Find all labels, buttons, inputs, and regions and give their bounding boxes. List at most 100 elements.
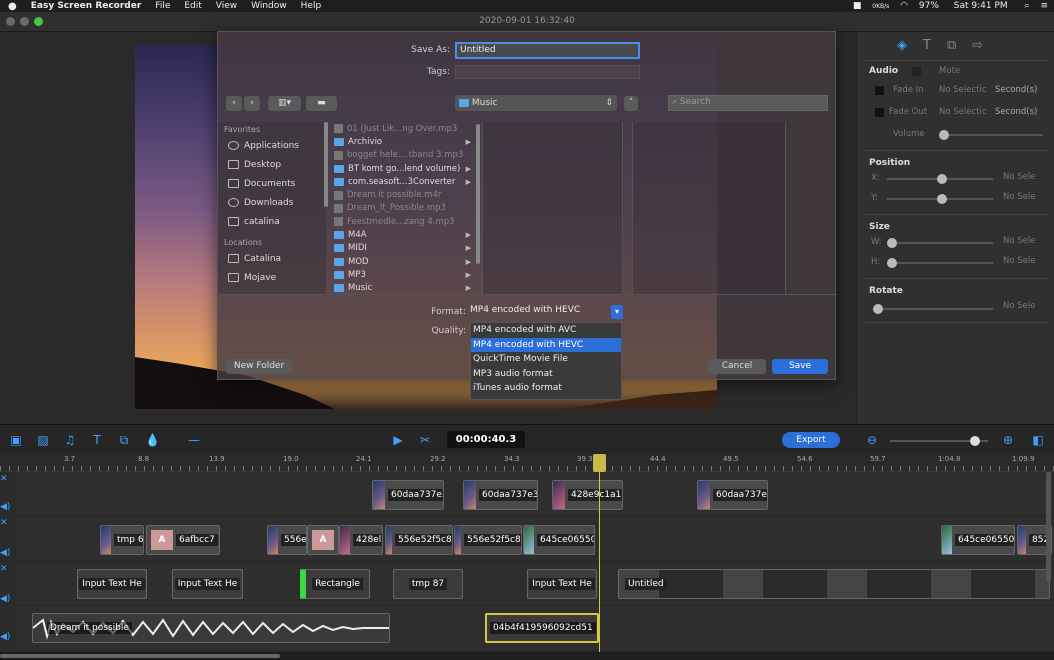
forward-button[interactable]: › — [244, 96, 260, 111]
speaker-icon[interactable]: ◀) — [0, 594, 16, 604]
tags-input[interactable] — [455, 65, 640, 79]
image-clip[interactable]: 428el — [339, 525, 383, 555]
fade-in-value[interactable]: No Selectic — [939, 85, 987, 95]
image-icon[interactable]: ▨ — [37, 434, 49, 446]
tab-video-icon[interactable]: ◈ — [897, 38, 907, 54]
menu-file[interactable]: File — [155, 1, 170, 11]
video-clip[interactable]: 60daa737e3l — [372, 480, 444, 510]
image-clip[interactable]: 645ce06550 — [941, 525, 1015, 555]
sidebar-item-applications[interactable]: Applications — [218, 136, 326, 155]
file-column-scrollbar[interactable] — [476, 124, 480, 264]
format-select[interactable]: MP4 encoded with HEVC ▾ — [470, 305, 623, 319]
tab-text-icon[interactable]: T — [923, 38, 931, 54]
music-icon[interactable]: ♫ — [64, 434, 76, 446]
shape-clip[interactable]: Rectangle — [300, 569, 370, 599]
scissors-icon[interactable]: ✂ — [419, 434, 431, 446]
drop-icon[interactable]: 💧 — [145, 434, 160, 446]
timeline-scrollbar[interactable] — [0, 652, 1054, 660]
format-option[interactable]: MP4 encoded with AVC — [471, 323, 621, 338]
battery-percent[interactable]: 97% — [919, 1, 939, 11]
recording-clip[interactable]: Untitled — [618, 569, 1050, 599]
format-option-selected[interactable]: MP4 encoded with HEVC — [471, 337, 621, 352]
tab-shape-icon[interactable]: ⧉ — [947, 38, 956, 54]
sidebar-item-mojave-disk[interactable]: Mojave — [218, 268, 326, 287]
time-ruler[interactable]: 3.7 8.8 13.9 19.0 24.1 29.2 34.3 39.3 44… — [0, 454, 1054, 472]
speaker-icon[interactable]: ◀) — [0, 548, 16, 558]
fade-out-value[interactable]: No Selectic — [939, 107, 987, 117]
cancel-button[interactable]: Cancel — [708, 359, 766, 374]
save-button[interactable]: Save — [772, 359, 828, 374]
collapse-button[interactable]: ˄ — [624, 96, 638, 111]
volume-slider[interactable] — [939, 130, 1043, 140]
speaker-icon[interactable]: ◀) — [0, 502, 16, 512]
file-item[interactable]: 01 (Just Lik...ng Over.mp3 — [334, 122, 474, 135]
rotate-slider[interactable] — [873, 304, 993, 314]
slider-knob[interactable] — [939, 130, 949, 140]
camera-icon[interactable]: ■ — [853, 1, 862, 11]
menu-window[interactable]: Window — [251, 1, 287, 11]
image-clip[interactable]: 556e52f5c8 — [454, 525, 522, 555]
size-h-value[interactable]: No Sele — [1003, 256, 1035, 266]
lock-icon[interactable]: ✕ — [0, 518, 16, 530]
export-button[interactable]: Export — [782, 432, 840, 448]
folder-item[interactable]: MIDI ▶ — [334, 242, 474, 255]
zoom-in-icon[interactable]: ⊕ — [1002, 434, 1014, 446]
apple-menu-icon[interactable]: ● — [8, 1, 17, 12]
minus-icon[interactable]: — — [188, 434, 200, 446]
folder-item[interactable]: com.seasoft...3Converter ▶ — [334, 175, 474, 188]
image-clip[interactable]: 556e — [267, 525, 307, 555]
clock[interactable]: Sat 9:41 PM — [954, 1, 1008, 11]
sidebar-item-catalina-disk[interactable]: Catalina — [218, 249, 326, 268]
view-columns-button[interactable]: ▥▾ — [268, 96, 301, 111]
image-clip[interactable]: 645ce06550 — [523, 525, 595, 555]
video-clip[interactable]: 428e9c1a1da — [552, 480, 623, 510]
rotate-value[interactable]: No Sele — [1003, 301, 1035, 311]
lock-icon[interactable]: ✕ — [0, 564, 16, 576]
save-as-input[interactable]: Untitled — [455, 42, 640, 59]
menu-edit[interactable]: Edit — [184, 1, 201, 11]
position-x-value[interactable]: No Sele — [1003, 172, 1035, 182]
format-option[interactable]: MP3 audio format — [471, 367, 621, 382]
file-item[interactable]: Dream_It_Possible.mp3 — [334, 202, 474, 215]
sidebar-item-documents[interactable]: Documents — [218, 174, 326, 193]
menu-help[interactable]: Help — [301, 1, 322, 11]
file-item[interactable]: Dream it possible.m4r — [334, 188, 474, 201]
sidebar-item-downloads[interactable]: Downloads — [218, 193, 326, 212]
new-folder-icon-button[interactable]: ▬ — [306, 96, 337, 111]
format-option[interactable]: iTunes audio format — [471, 381, 621, 396]
slider-knob[interactable] — [873, 304, 883, 314]
search-icon[interactable]: ⌕ — [1025, 1, 1030, 11]
mute-checkbox[interactable] — [912, 67, 921, 76]
folder-item[interactable]: MOD ▶ — [334, 255, 474, 268]
image-clip[interactable]: A 6afbcc7 — [146, 525, 220, 555]
audio-clip-selected[interactable]: 04b4f419596092cd51 — [485, 613, 599, 643]
menu-view[interactable]: View — [216, 1, 237, 11]
format-option[interactable]: QuickTime Movie File — [471, 352, 621, 367]
search-field[interactable]: ⌕ Search — [668, 95, 828, 111]
slider-knob[interactable] — [887, 258, 897, 268]
sidebar-scrollbar[interactable] — [324, 122, 328, 207]
playhead-handle[interactable] — [593, 454, 606, 472]
size-w-slider[interactable] — [887, 238, 993, 248]
zoom-out-icon[interactable]: ⊖ — [866, 434, 878, 446]
video-clip[interactable]: 60daa737e3l — [463, 480, 538, 510]
speaker-icon[interactable]: ◀) — [0, 632, 16, 642]
folder-item[interactable]: Music ▶ — [334, 282, 474, 295]
tab-transition-icon[interactable]: ⇨ — [972, 38, 983, 54]
app-menu[interactable]: Easy Screen Recorder — [31, 1, 142, 11]
slider-knob[interactable] — [970, 436, 980, 446]
text-clip[interactable]: tmp 87 — [393, 569, 463, 599]
timeline-vscroll[interactable] — [1046, 472, 1051, 582]
shape-icon[interactable]: ⧉ — [118, 434, 130, 446]
scroll-thumb[interactable] — [0, 654, 280, 658]
folder-item[interactable]: MP3 ▶ — [334, 268, 474, 281]
panel-toggle-icon[interactable]: ◧ — [1032, 434, 1044, 446]
media-icon[interactable]: ▣ — [10, 434, 22, 446]
fade-in-checkbox[interactable] — [875, 86, 884, 95]
video-clip[interactable]: 60daa737e3l — [697, 480, 768, 510]
size-h-slider[interactable] — [887, 258, 993, 268]
audio-clip[interactable]: Dream it possible — [32, 613, 390, 643]
text-clip[interactable]: Input Text He — [172, 569, 243, 599]
size-w-value[interactable]: No Sele — [1003, 236, 1035, 246]
lock-icon[interactable]: ✕ — [0, 474, 16, 486]
